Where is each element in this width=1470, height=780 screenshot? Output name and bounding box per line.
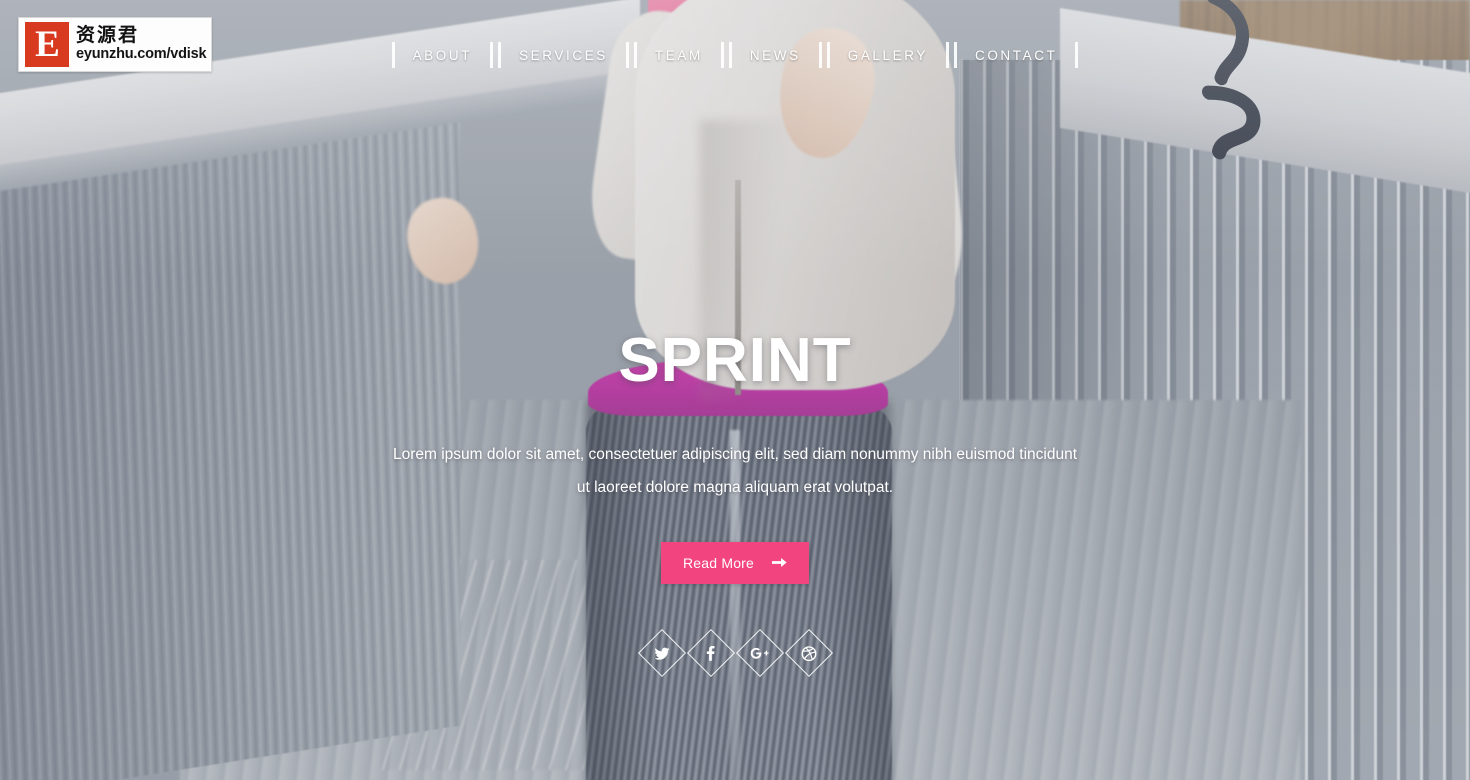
nav-item-about[interactable]: ABOUT xyxy=(391,42,494,68)
nav-separator-bar xyxy=(945,42,949,68)
nav-item-services[interactable]: SERVICES xyxy=(498,42,629,68)
nav-separator-bar xyxy=(818,42,822,68)
nav-item-news[interactable]: NEWS xyxy=(728,42,822,68)
nav-item-team[interactable]: TEAM xyxy=(633,42,724,68)
nav-item-gallery[interactable]: GALLERY xyxy=(826,42,949,68)
nav-link-team[interactable]: TEAM xyxy=(637,48,721,63)
social-link-facebook[interactable] xyxy=(686,628,735,678)
twitter-icon xyxy=(654,646,669,660)
google-plus-icon xyxy=(750,647,769,660)
nav-separator-bar xyxy=(490,42,494,68)
social-link-twitter[interactable] xyxy=(637,628,686,678)
social-link-dribbble[interactable] xyxy=(784,628,833,678)
nav-separator-bar xyxy=(391,42,395,68)
nav-link-services[interactable]: SERVICES xyxy=(501,48,626,63)
main-navigation: ABOUT SERVICES TEAM NEWS GALLERY CONTACT xyxy=(0,42,1470,68)
nav-separator-bar xyxy=(826,42,830,68)
nav-separator-bar xyxy=(953,42,957,68)
nav-separator-bar xyxy=(728,42,732,68)
read-more-label: Read More xyxy=(682,555,755,571)
nav-link-gallery[interactable]: GALLERY xyxy=(830,48,946,63)
nav-separator-bar xyxy=(1075,42,1079,68)
facebook-icon xyxy=(706,645,715,661)
social-link-google-plus[interactable] xyxy=(735,628,784,678)
nav-separator-bar xyxy=(498,42,502,68)
hero-subtitle: Lorem ipsum dolor sit amet, consectetuer… xyxy=(392,446,1078,496)
nav-link-about[interactable]: ABOUT xyxy=(395,48,491,63)
page-title: SPRINT xyxy=(618,326,852,395)
dribbble-icon xyxy=(801,645,816,661)
read-more-button[interactable]: Read More xyxy=(660,542,810,584)
nav-list: ABOUT SERVICES TEAM NEWS GALLERY CONTACT xyxy=(391,42,1079,68)
nav-separator-bar xyxy=(633,42,637,68)
nav-item-contact[interactable]: CONTACT xyxy=(953,42,1079,68)
nav-separator-bar xyxy=(625,42,629,68)
nav-link-contact[interactable]: CONTACT xyxy=(957,48,1075,63)
runner-hand-left xyxy=(399,191,487,291)
nav-separator-bar xyxy=(720,42,724,68)
hero-section: E 资源君 eyunzhu.com/vdisk ABOUT SERVICES T… xyxy=(0,0,1470,780)
arrow-right-icon xyxy=(772,556,787,569)
social-links xyxy=(637,628,833,678)
nav-link-news[interactable]: NEWS xyxy=(732,48,819,63)
